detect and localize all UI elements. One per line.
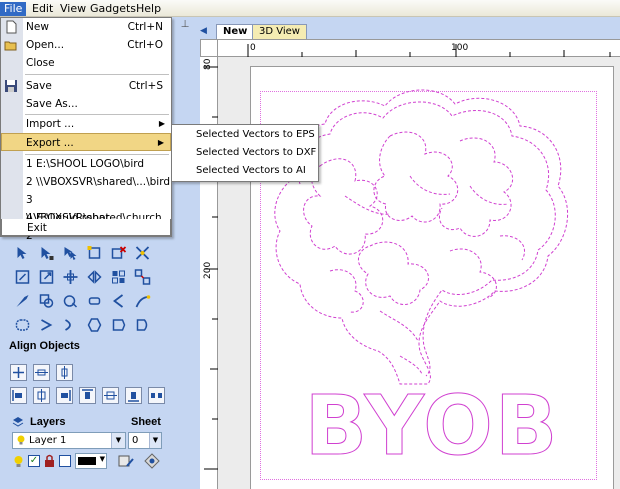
new-file-icon: [4, 20, 18, 34]
rounded-rect-icon[interactable]: [12, 316, 32, 334]
menu-item-recent-2[interactable]: 2 \\VBOXSVR\shared\...\bird: [1, 173, 171, 191]
bulb-icon: [16, 435, 26, 445]
transform-icon[interactable]: [84, 244, 104, 262]
ruler-label-80: 80: [203, 58, 213, 70]
tab-new[interactable]: New: [216, 24, 255, 39]
align-left-icon[interactable]: [10, 387, 27, 404]
pin-icon[interactable]: ⊥: [178, 19, 192, 33]
layer-effects-icon[interactable]: [144, 453, 160, 469]
bezier-icon[interactable]: [132, 244, 152, 262]
move-icon[interactable]: [60, 268, 80, 286]
round-shape-icon[interactable]: [132, 316, 152, 334]
visible-checkbox[interactable]: ✓: [28, 455, 40, 467]
bulb-icon[interactable]: [13, 455, 24, 468]
folder-open-icon: [4, 38, 18, 52]
align-bottom-icon[interactable]: [125, 387, 142, 404]
select-arrow-icon[interactable]: [12, 244, 32, 262]
knife-icon[interactable]: [12, 292, 32, 310]
align-hcenter-icon[interactable]: [33, 364, 50, 381]
chevron-down-icon: ▼: [99, 455, 105, 463]
node-select-icon[interactable]: [36, 244, 56, 262]
tab-3d-view[interactable]: 3D View: [252, 24, 307, 39]
menu-file[interactable]: File: [0, 2, 27, 16]
align-top-icon[interactable]: [79, 387, 96, 404]
export-submenu: Selected Vectors to EPS Selected Vectors…: [171, 124, 319, 182]
grid-icon[interactable]: [108, 268, 128, 286]
menu-item-exit[interactable]: Exit: [1, 219, 171, 236]
resize-icon[interactable]: [12, 268, 32, 286]
menu-view[interactable]: View: [56, 2, 90, 16]
menu-item-save[interactable]: Save Ctrl+S: [1, 77, 171, 95]
scroll-left-icon[interactable]: ◀: [200, 26, 212, 38]
weld-icon[interactable]: [36, 292, 56, 310]
export-eps-item[interactable]: Selected Vectors to EPS: [172, 126, 318, 144]
vertical-ruler[interactable]: 80 200: [200, 57, 218, 489]
layer-dropdown[interactable]: Layer 1 ▼: [12, 432, 126, 449]
align-middle-icon[interactable]: [33, 387, 50, 404]
menu-item-close[interactable]: Close: [1, 54, 171, 72]
sheet-dropdown[interactable]: 0 ▼: [128, 432, 162, 449]
export-dxf-item[interactable]: Selected Vectors to DXF: [172, 144, 318, 162]
multi-select-icon[interactable]: [60, 244, 80, 262]
offset-icon[interactable]: [84, 292, 104, 310]
menu-item-save-as[interactable]: Save As...: [1, 95, 171, 113]
layers-title: Layers: [30, 416, 66, 428]
sheet-title: Sheet: [131, 416, 161, 428]
array-icon[interactable]: [132, 268, 152, 286]
submenu-arrow-icon: ▶: [158, 119, 165, 128]
shape-icon[interactable]: [108, 316, 128, 334]
scale-icon[interactable]: [36, 268, 56, 286]
distribute-icon[interactable]: [148, 387, 165, 404]
menu-bar: File Edit View Gadgets Help: [0, 0, 620, 17]
byob-text[interactable]: BYOB: [304, 379, 560, 475]
menu-help[interactable]: Help: [132, 2, 165, 16]
hexagon-icon[interactable]: [84, 316, 104, 334]
submenu-arrow-icon: ▶: [157, 138, 164, 147]
chevron-down-icon[interactable]: ▼: [149, 433, 161, 448]
subtract-icon[interactable]: [60, 292, 80, 310]
align-vcenter-icon[interactable]: [56, 364, 73, 381]
menu-item-new[interactable]: New Ctrl+N: [1, 18, 171, 36]
color-dropdown[interactable]: ▼: [75, 453, 107, 469]
ruler-corner: [200, 39, 218, 57]
menu-item-import[interactable]: Import ... ▶: [1, 115, 171, 133]
layers-icon: [12, 416, 24, 428]
align-center-icon[interactable]: [10, 364, 27, 381]
align-right-icon[interactable]: [56, 387, 73, 404]
layer-properties-icon[interactable]: [118, 454, 134, 468]
lock-icon[interactable]: [44, 454, 55, 467]
file-menu: New Ctrl+N Open... Ctrl+O Close Save Ctr…: [0, 17, 172, 242]
ruler-label-200: 200: [203, 261, 213, 279]
smooth-icon[interactable]: [108, 292, 128, 310]
menu-edit[interactable]: Edit: [28, 2, 57, 16]
angle-icon[interactable]: [36, 316, 56, 334]
chevron-down-icon[interactable]: ▼: [111, 433, 125, 448]
align-objects-title: Align Objects: [9, 340, 80, 352]
curve-icon[interactable]: [132, 292, 152, 310]
menu-item-recent-3[interactable]: 3 \\VBOXSVR\shared\church 2: [1, 191, 171, 242]
export-ai-item[interactable]: Selected Vectors to AI: [172, 162, 318, 180]
delete-node-icon[interactable]: [108, 244, 128, 262]
align-vmiddle-icon[interactable]: [102, 387, 119, 404]
color-swatch: [78, 457, 96, 465]
menu-separator: [25, 74, 169, 75]
lock-checkbox[interactable]: [59, 455, 71, 467]
menu-item-recent-1[interactable]: 1 E:\SHOOL LOGO\bird: [1, 155, 171, 173]
ruler-label-0: 0: [250, 43, 256, 53]
menu-item-open[interactable]: Open... Ctrl+O: [1, 36, 171, 54]
sheet-value: 0: [132, 435, 139, 446]
corner-icon[interactable]: [60, 316, 80, 334]
layer-value: Layer 1: [29, 435, 67, 446]
horizontal-ruler[interactable]: 0 100: [218, 39, 620, 58]
floppy-disk-icon: [4, 79, 18, 93]
mirror-icon[interactable]: [84, 268, 104, 286]
ruler-label-100: 100: [451, 43, 469, 53]
menu-item-export[interactable]: Export ... ▶: [1, 133, 171, 151]
